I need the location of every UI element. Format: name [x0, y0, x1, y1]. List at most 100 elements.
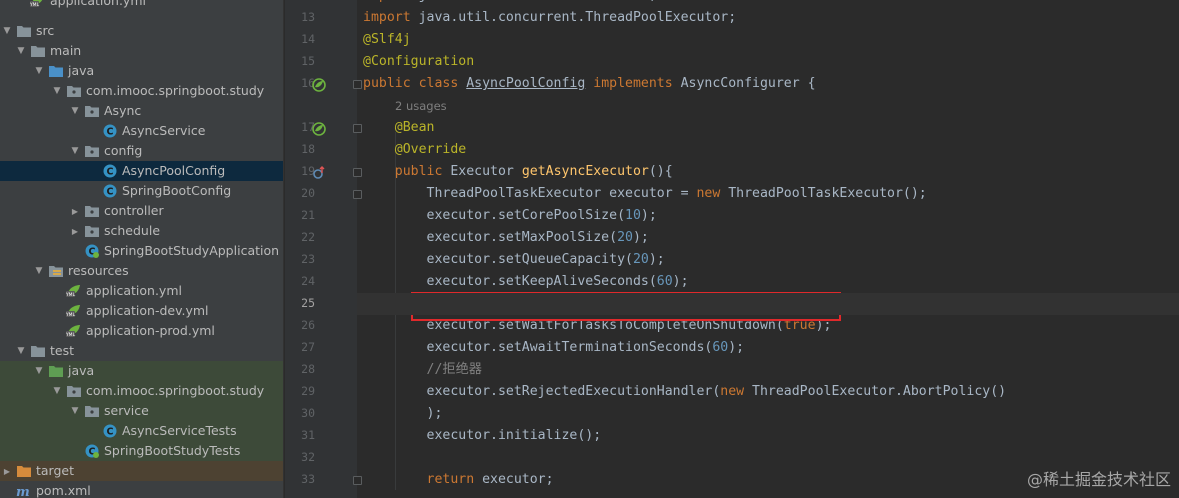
code-editor[interactable]: 13 14 15 16 17 18 19 20 21 22 23 24 25 26 27 28 29 30 31 32…	[285, 0, 1179, 498]
chevron-down-icon[interactable]: ▼	[68, 144, 82, 158]
chevron-down-icon[interactable]: ▼	[14, 344, 28, 358]
tree-item[interactable]: C AsyncServiceTests	[0, 421, 283, 441]
fold-marker-icon[interactable]	[353, 124, 362, 133]
code-line[interactable]: executor.setMaxPoolSize(20);	[363, 227, 649, 249]
chevron-down-icon[interactable]: ▼	[32, 364, 46, 378]
code-line[interactable]: public Executor getAsyncExecutor(){	[363, 161, 673, 183]
code-line[interactable]: return executor;	[363, 469, 554, 491]
code-line[interactable]: executor.setRejectedExecutionHandler(new…	[363, 381, 1007, 403]
tree-item[interactable]: ▼ config	[0, 141, 283, 161]
code-token: executor.setMaxPoolSize(	[363, 230, 618, 245]
spring-bean-gutter-icon[interactable]	[312, 121, 326, 136]
chevron-down-icon[interactable]: ▼	[32, 64, 46, 78]
code-line[interactable]: );	[363, 403, 443, 425]
tree-item[interactable]: ▶ target	[0, 461, 283, 481]
code-token: public class	[363, 76, 467, 91]
fold-marker-icon[interactable]	[353, 190, 362, 199]
chevron-down-icon[interactable]: ▼	[0, 24, 14, 38]
code-line[interactable]: public class AsyncPoolConfig implements …	[363, 73, 816, 95]
chevron-down-icon[interactable]: ▼	[68, 404, 82, 418]
code-token: 10	[625, 208, 641, 223]
code-line[interactable]: executor.setKeepAliveSeconds(60);	[363, 271, 689, 293]
code-line[interactable]: @Slf4j	[363, 29, 411, 51]
code-token: @Slf4j	[363, 32, 411, 47]
tree-item[interactable]: ▼ java	[0, 61, 283, 81]
tree-item[interactable]: ▼ resources	[0, 261, 283, 281]
override-gutter-icon[interactable]	[312, 165, 326, 179]
tree-item-label: pom.xml	[36, 483, 91, 498]
tree-item[interactable]: C AsyncPoolConfig	[0, 161, 283, 181]
code-line[interactable]: executor.setCorePoolSize(10);	[363, 205, 657, 227]
tree-item[interactable]: ▼ Async	[0, 101, 283, 121]
line-number: 20	[301, 186, 315, 200]
tree-item[interactable]: C SpringBootStudyApplication	[0, 241, 283, 261]
fold-marker-icon[interactable]	[353, 80, 362, 89]
tree-item-label: test	[50, 343, 75, 358]
tree-item[interactable]: ▼ main	[0, 41, 283, 61]
code-line[interactable]: @Override	[363, 139, 466, 161]
code-token: executor.setAwaitTerminationSeconds(	[363, 340, 713, 355]
code-line[interactable]: @Configuration	[363, 51, 474, 73]
chevron-right-icon[interactable]: ▶	[68, 224, 82, 238]
spring-class-icon: C	[84, 243, 100, 259]
code-token: 60	[656, 274, 673, 289]
tree-item[interactable]: YML application.yml	[0, 0, 283, 11]
line-number: 23	[301, 252, 315, 266]
chevron-right-icon[interactable]: ▶	[68, 204, 82, 218]
code-line[interactable]: executor.setQueueCapacity(20);	[363, 249, 665, 271]
chevron-down-icon[interactable]: ▼	[50, 84, 64, 98]
source-folder-icon	[48, 63, 64, 79]
package-icon	[84, 143, 100, 159]
code-token: );	[632, 230, 649, 245]
tree-item[interactable]: ▼ service	[0, 401, 283, 421]
folder-icon	[16, 23, 32, 39]
tree-item[interactable]: C SpringBootStudyTests	[0, 441, 283, 461]
chevron-right-icon[interactable]: ▶	[0, 464, 14, 478]
tree-item[interactable]: ▼ test	[0, 341, 283, 361]
code-token: 60	[712, 340, 729, 355]
tree-item[interactable]: ▼ com.imooc.springboot.study	[0, 381, 283, 401]
chevron-down-icon[interactable]: ▼	[32, 264, 46, 278]
chevron-down-icon[interactable]: ▼	[50, 384, 64, 398]
code-token: public	[363, 164, 451, 179]
tree-item[interactable]: YML application-dev.yml	[0, 301, 283, 321]
tree-item[interactable]: C AsyncService	[0, 121, 283, 141]
tree-item[interactable]: YML application.yml	[0, 281, 283, 301]
line-number: 24	[301, 274, 315, 288]
tree-item-label: config	[104, 143, 143, 158]
svg-text:YML: YML	[66, 312, 76, 318]
chevron-down-icon[interactable]: ▼	[68, 104, 82, 118]
code-token: java.util.concurrent.ThreadPoolExecutor;	[418, 10, 737, 25]
java-class-icon: C	[102, 183, 118, 199]
tree-item-label: target	[36, 463, 75, 478]
line-number: 18	[301, 142, 315, 156]
usages-hint[interactable]: 2 usages	[395, 95, 447, 117]
code-line[interactable]: executor.setAwaitTerminationSeconds(60);	[363, 337, 745, 359]
java-class-icon: C	[102, 123, 118, 139]
spring-bean-gutter-icon[interactable]	[312, 77, 326, 92]
code-line[interactable]: //拒绝器	[363, 359, 482, 381]
code-token: );	[640, 208, 657, 223]
tree-item[interactable]: m pom.xml	[0, 481, 283, 498]
tree-item[interactable]: ▼ java	[0, 361, 283, 381]
tree-item[interactable]: ▶ controller	[0, 201, 283, 221]
tree-item[interactable]: ▼ src	[0, 21, 283, 41]
tree-item[interactable]: ▶ schedule	[0, 221, 283, 241]
test-folder-icon	[48, 363, 64, 379]
tree-item[interactable]: YML application-prod.yml	[0, 321, 283, 341]
fold-marker-icon[interactable]	[353, 168, 362, 177]
tree-item[interactable]: ▼ com.imooc.springboot.study	[0, 81, 283, 101]
chevron-down-icon[interactable]: ▼	[14, 44, 28, 58]
code-line[interactable]: import java.util.concurrent.Executor;	[363, 0, 657, 7]
fold-marker-icon[interactable]	[353, 476, 362, 485]
code-line[interactable]: executor.initialize();	[363, 425, 602, 447]
tree-item[interactable]: C SpringBootConfig	[0, 181, 283, 201]
code-line[interactable]: ThreadPoolTaskExecutor executor = new Th…	[363, 183, 927, 205]
code-line[interactable]: @Bean	[363, 117, 435, 139]
code-line[interactable]: import java.util.concurrent.ThreadPoolEx…	[363, 7, 736, 29]
